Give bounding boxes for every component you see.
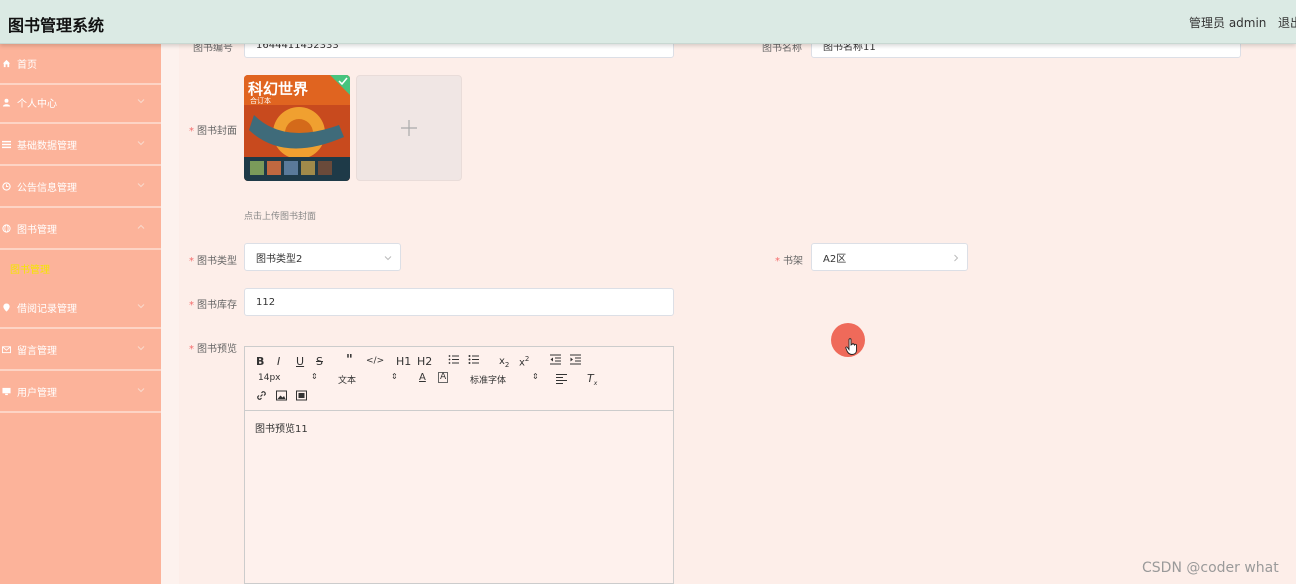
ordered-list-icon[interactable] [448, 354, 459, 368]
link-icon[interactable] [256, 390, 267, 404]
sidebar-item-label: 留言管理 [17, 346, 57, 357]
sidebar-item-basic-data[interactable]: 基础数据管理 [0, 125, 161, 166]
sidebar-item-label: 公告信息管理 [17, 183, 77, 194]
indent-icon[interactable] [570, 354, 581, 368]
top-bar: 图书管理系统 管理员 admin 退出 [0, 0, 1296, 44]
sidebar-subitem-book-management[interactable]: 图书管理 [10, 261, 50, 276]
chevron-updown-icon: ⇕ [311, 372, 318, 381]
superscript-icon[interactable]: x2 [519, 355, 529, 368]
subscript-icon[interactable]: x2 [499, 356, 509, 369]
logout-link[interactable]: 退出 [1278, 14, 1296, 31]
sidebar-item-personal-center[interactable]: 个人中心 [0, 83, 161, 124]
stock-label: * 图书库存 [189, 300, 237, 311]
sidebar-item-label: 用户管理 [17, 388, 57, 399]
underline-icon[interactable]: U [296, 355, 304, 368]
bullet-list-icon[interactable] [468, 354, 479, 368]
sidebar-item-announcement[interactable]: 公告信息管理 [0, 167, 161, 208]
admin-user-label: 管理员 admin [1189, 16, 1267, 30]
font-color-icon[interactable]: A [419, 372, 426, 383]
watermark: CSDN @coder what [1142, 560, 1279, 576]
cover-upload-hint: 点击上传图书封面 [244, 212, 317, 222]
upload-cover-button[interactable] [356, 75, 462, 181]
chevron-down-icon [137, 388, 145, 393]
sidebar-item-users[interactable]: 用户管理 [0, 372, 161, 413]
sidebar-item-messages[interactable]: 留言管理 [0, 330, 161, 371]
strikethrough-icon[interactable]: S [316, 355, 323, 368]
home-icon [1, 59, 11, 69]
content-gutter [161, 44, 179, 584]
cover-image-subtitle: 合订本 [250, 97, 271, 105]
italic-icon[interactable]: I [277, 355, 280, 368]
outdent-icon[interactable] [550, 354, 561, 368]
sidebar-item-label: 基础数据管理 [17, 141, 77, 152]
bookshelf-cascader[interactable]: A2区 [811, 243, 968, 271]
background-color-icon[interactable]: A [438, 372, 449, 383]
chevron-down-icon [384, 256, 392, 261]
chevron-down-icon [137, 141, 145, 146]
heading-2-icon[interactable]: H2 [417, 355, 432, 368]
chevron-right-icon [954, 254, 959, 262]
book-type-select[interactable]: 图书类型2 [244, 243, 401, 271]
sidebar-item-label: 首页 [17, 60, 37, 71]
font-size-select[interactable]: 14px [258, 373, 281, 383]
location-icon [1, 303, 11, 313]
code-icon[interactable]: </> [366, 356, 384, 366]
list-icon [1, 140, 11, 150]
bookshelf-value: A2区 [823, 253, 847, 265]
user-icon [1, 98, 11, 108]
book-cover-image[interactable]: 科幻世界 合订本 [244, 75, 350, 181]
bookshelf-label: * 书架 [775, 256, 803, 267]
text-type-select[interactable]: 文本 [338, 373, 356, 386]
sidebar-item-book-management[interactable]: 图书管理 [0, 209, 161, 250]
sidebar-item-borrow-records[interactable]: 借阅记录管理 [0, 288, 161, 329]
stock-value: 112 [256, 296, 276, 308]
hand-cursor-icon [845, 338, 857, 355]
sidebar-item-label: 图书管理 [17, 225, 57, 236]
font-family-select[interactable]: 标准字体 [470, 373, 506, 386]
chevron-updown-icon: ⇕ [532, 372, 539, 381]
clock-icon [1, 182, 11, 192]
app-title: 图书管理系统 [8, 16, 105, 35]
sidebar: 首页 个人中心 基础数据管理 公告信息管理 图书管理 图书管理 借阅记录管理 留… [0, 44, 161, 584]
heading-1-icon[interactable]: H1 [396, 355, 411, 368]
chevron-down-icon [137, 346, 145, 351]
book-type-value: 图书类型2 [256, 253, 303, 265]
editor-content[interactable]: 图书预览11 [255, 420, 308, 435]
globe-icon [1, 224, 11, 234]
chevron-down-icon [137, 183, 145, 188]
chevron-down-icon [137, 99, 145, 104]
blockquote-icon[interactable]: " [346, 353, 353, 368]
bold-icon[interactable]: B [256, 355, 264, 368]
cover-label: * 图书封面 [189, 126, 237, 137]
chevron-up-icon [137, 224, 145, 229]
sidebar-item-label: 借阅记录管理 [17, 304, 77, 315]
chevron-down-icon [137, 304, 145, 309]
editor-toolbar: B I U S " </> H1 H2 x2 x2 14px ⇕ 文本 ⇕ A … [245, 347, 673, 411]
chevron-updown-icon: ⇕ [391, 372, 398, 381]
mail-icon [1, 345, 11, 355]
image-icon[interactable] [276, 390, 287, 404]
preview-label: * 图书预览 [189, 344, 237, 355]
monitor-icon [1, 387, 11, 397]
book-type-label: * 图书类型 [189, 256, 237, 267]
rich-text-editor[interactable]: B I U S " </> H1 H2 x2 x2 14px ⇕ 文本 ⇕ A … [244, 346, 674, 584]
sidebar-item-home[interactable]: 首页 [0, 44, 161, 85]
align-icon[interactable] [556, 373, 567, 387]
video-icon[interactable] [296, 390, 307, 404]
stock-input[interactable]: 112 [244, 288, 674, 316]
plus-icon [401, 120, 417, 136]
sidebar-item-label: 个人中心 [17, 99, 57, 110]
clear-format-icon[interactable]: Tx [587, 372, 597, 387]
